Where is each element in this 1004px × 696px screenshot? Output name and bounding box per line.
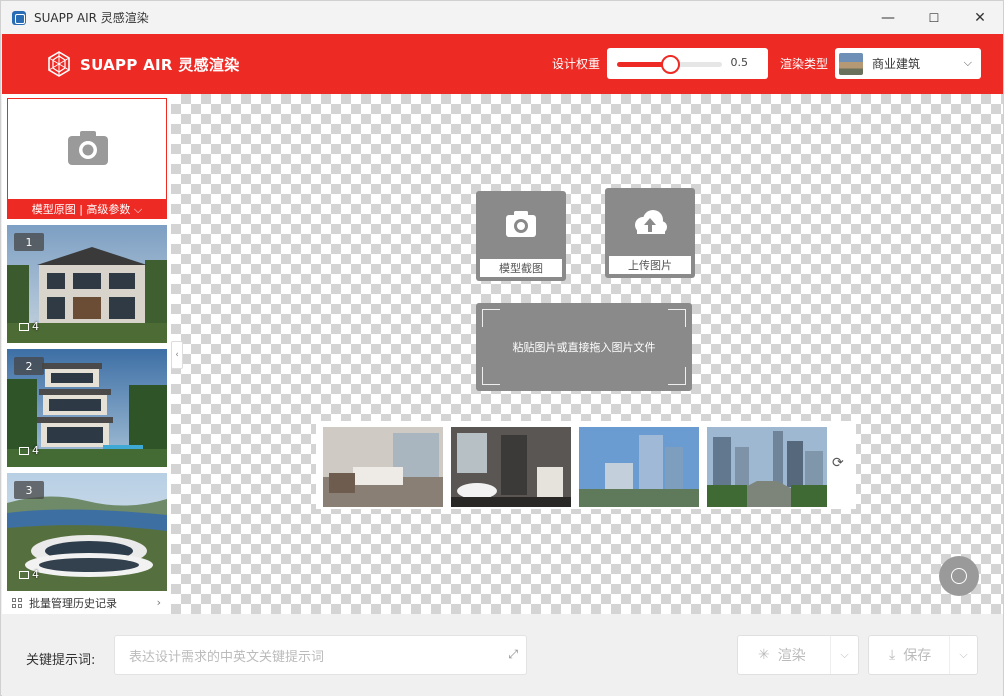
sparkle-icon: ✳	[758, 647, 770, 663]
close-button[interactable]: ✕	[957, 1, 1003, 34]
image-count: 4	[19, 320, 39, 333]
model-source-card[interactable]: 模型原图 | 高级参数 ⌵	[7, 98, 167, 219]
chevron-right-icon: ›	[156, 596, 161, 609]
image-count: 4	[19, 444, 39, 457]
camera-icon	[506, 211, 536, 237]
window-title: SUAPP AIR 灵感渲染	[34, 11, 149, 25]
prompt-placeholder: 表达设计需求的中英文关键提示词	[129, 649, 325, 665]
item-number-badge: 2	[14, 357, 44, 375]
corner-mark	[668, 367, 686, 385]
save-button[interactable]: ⤓ 保存 ⌵	[868, 635, 978, 675]
screenshot-label: 模型截图	[480, 259, 562, 277]
image-icon	[19, 446, 29, 455]
image-icon	[19, 322, 29, 331]
sample-city-street[interactable]	[707, 427, 827, 507]
corner-mark	[668, 309, 686, 327]
refresh-icon[interactable]: ⟳	[832, 455, 844, 471]
design-weight-value: 0.5	[730, 56, 749, 69]
corner-mark	[482, 367, 500, 385]
sidebar-collapse-button[interactable]: ‹	[171, 341, 183, 369]
maximize-button[interactable]: ☐	[911, 1, 957, 34]
image-count-value: 4	[32, 320, 39, 333]
history-sidebar: 模型原图 | 高级参数 ⌵ 1 4 2 4 3 4	[2, 94, 171, 614]
render-type-value: 商业建筑	[872, 57, 921, 71]
brand-title: SUAPP AIR 灵感渲染	[80, 55, 240, 74]
render-canvas[interactable]: 模型截图 上传图片 粘贴图片或直接拖入图片文件 ⟳	[171, 94, 1003, 614]
save-label: 保存	[903, 648, 932, 664]
corner-mark	[482, 309, 500, 327]
image-count-value: 4	[32, 568, 39, 581]
brand-logo-svg	[48, 51, 70, 77]
chat-button[interactable]	[939, 556, 979, 596]
image-count: 4	[19, 568, 39, 581]
image-count-value: 4	[32, 444, 39, 457]
app-icon	[12, 10, 26, 25]
brand-logo-icon	[46, 51, 72, 77]
app-window: SUAPP AIR 灵感渲染 — ☐ ✕ SUAPP AIR 灵感渲染 设计权重…	[0, 0, 1004, 696]
render-type-label: 渲染类型	[780, 57, 829, 71]
source-params-toggle[interactable]: 模型原图 | 高级参数 ⌵	[8, 199, 166, 218]
sample-bedroom[interactable]	[323, 427, 443, 507]
expand-icon[interactable]: ⤢	[508, 647, 518, 662]
upload-image-button[interactable]: 上传图片	[605, 188, 695, 278]
history-item[interactable]: 3 4	[7, 473, 167, 591]
render-label: 渲染	[777, 648, 806, 664]
prompt-label: 关键提示词:	[26, 653, 96, 668]
drop-zone[interactable]: 粘贴图片或直接拖入图片文件	[476, 303, 692, 391]
sample-office-tower[interactable]	[579, 427, 699, 507]
grid-icon	[12, 597, 22, 608]
image-icon	[19, 570, 29, 579]
render-options-dropdown[interactable]: ⌵	[830, 636, 858, 674]
design-weight-label: 设计权重	[552, 57, 601, 71]
chevron-down-icon: ⌵	[963, 56, 972, 69]
camera-icon	[67, 129, 109, 171]
history-item[interactable]: 1 4	[7, 225, 167, 343]
window-controls: — ☐ ✕	[865, 1, 1003, 34]
model-screenshot-button[interactable]: 模型截图	[476, 191, 566, 281]
save-options-dropdown[interactable]: ⌵	[949, 636, 977, 674]
header-bar: SUAPP AIR 灵感渲染 设计权重 0.5 渲染类型 商业建筑 ⌵	[2, 34, 1003, 94]
title-bar: SUAPP AIR 灵感渲染 — ☐ ✕	[1, 1, 1003, 34]
slider-track[interactable]	[617, 55, 722, 74]
camera-icon-svg	[68, 131, 108, 165]
sample-bathroom[interactable]	[451, 427, 571, 507]
cloud-upload-icon	[635, 210, 667, 234]
minimize-button[interactable]: —	[865, 1, 911, 34]
prompt-input[interactable]: 表达设计需求的中英文关键提示词 ⤢	[114, 635, 527, 675]
upload-label: 上传图片	[609, 256, 691, 274]
download-icon: ⤓	[889, 647, 896, 663]
render-button[interactable]: ✳ 渲染 ⌵	[737, 635, 859, 675]
chat-icon	[951, 568, 967, 584]
item-number-badge: 3	[14, 481, 44, 499]
slider-thumb[interactable]	[660, 55, 680, 74]
history-label: 批量管理历史记录	[29, 596, 117, 610]
building-thumbnail	[839, 52, 863, 75]
sample-gallery: ⟳	[316, 421, 856, 509]
design-weight-slider[interactable]: 0.5	[607, 48, 768, 79]
item-number-badge: 1	[14, 233, 44, 251]
prompt-bar: 关键提示词: 表达设计需求的中英文关键提示词 ⤢ ✳ 渲染 ⌵ ⤓ 保存 ⌵	[2, 614, 1003, 696]
batch-history-link[interactable]: 批量管理历史记录 ›	[2, 591, 171, 614]
history-item[interactable]: 2 4	[7, 349, 167, 467]
drop-hint: 粘贴图片或直接拖入图片文件	[512, 341, 656, 354]
render-type-select[interactable]: 商业建筑 ⌵	[835, 48, 981, 79]
